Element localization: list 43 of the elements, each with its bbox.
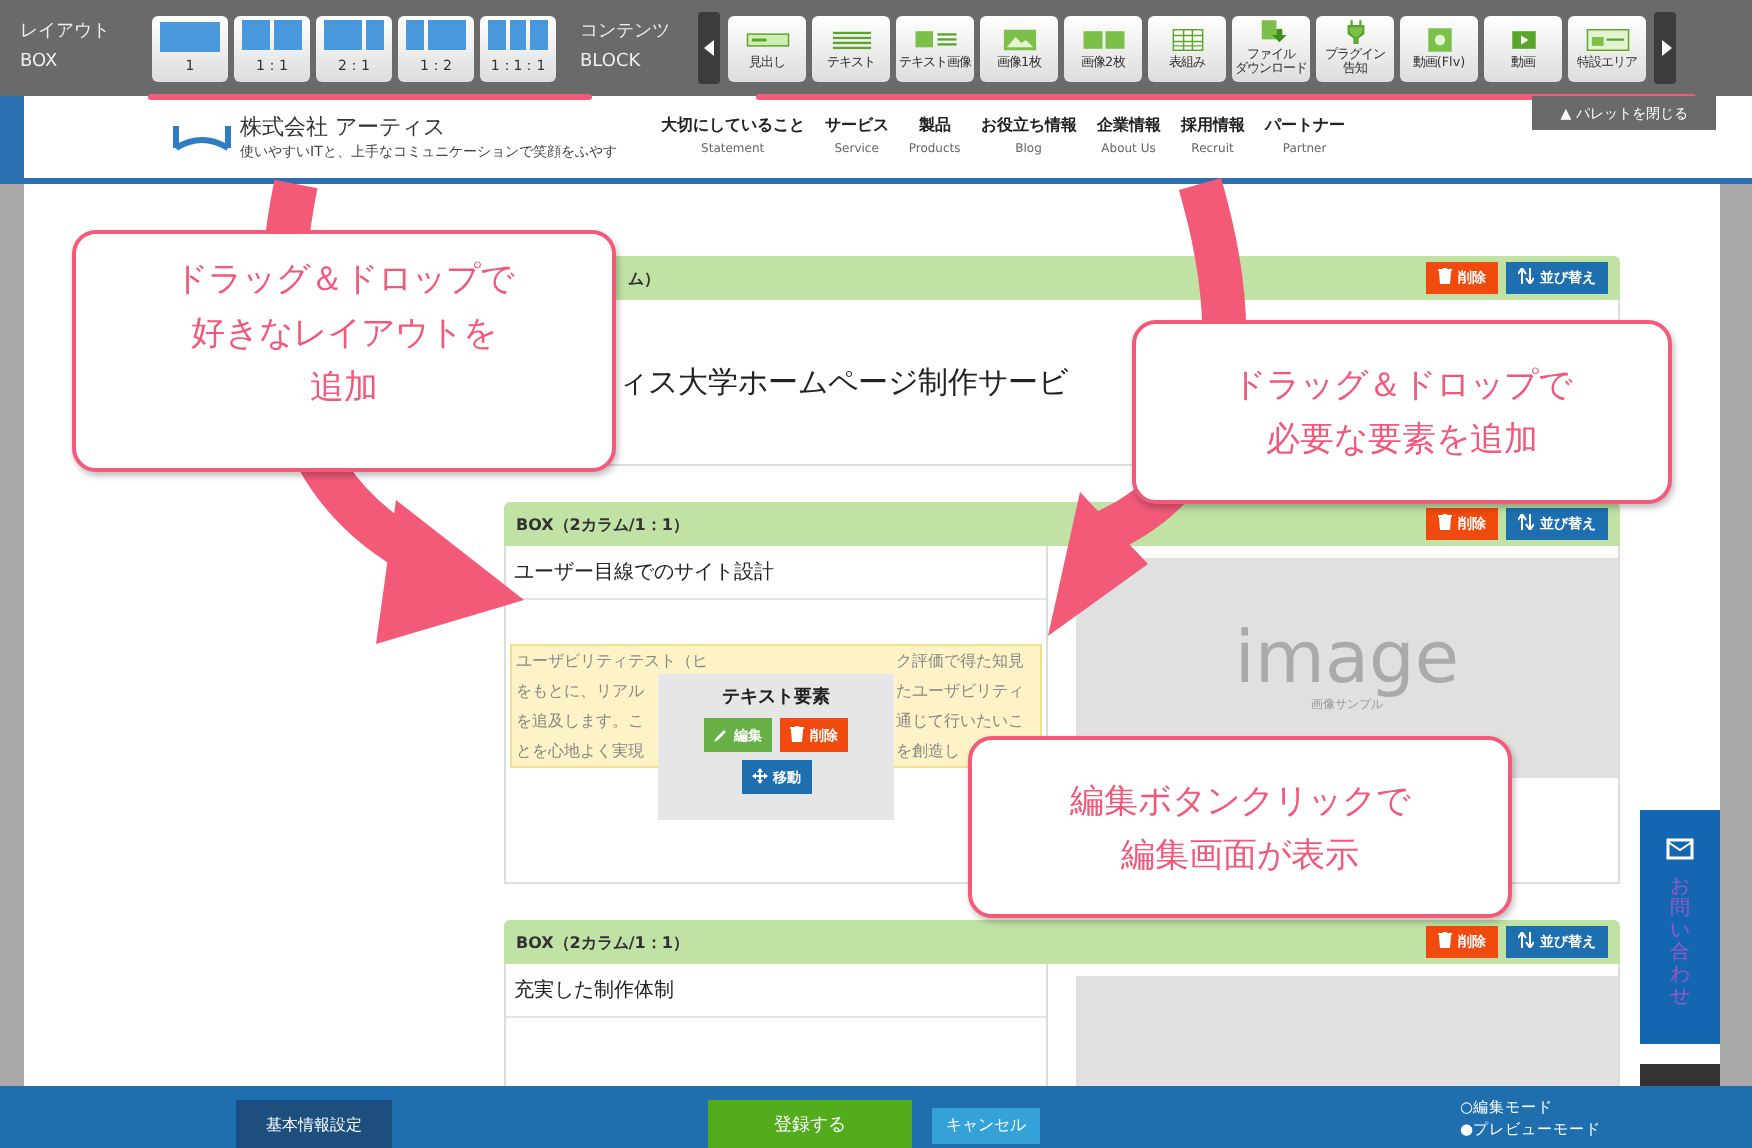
box-title: ム）	[626, 267, 662, 289]
paragraph-text: ユーザビリティテスト（ヒ	[516, 650, 708, 674]
paragraph-text: たユーザビリティ	[896, 680, 1024, 704]
trash-icon	[1438, 268, 1452, 284]
trash-icon	[1438, 514, 1452, 530]
popup-title: テキスト要素	[722, 684, 830, 710]
two-images-icon	[1081, 27, 1125, 51]
scrollbar[interactable]	[1720, 184, 1752, 1086]
scroll-right-button[interactable]	[1654, 12, 1676, 84]
logo-icon	[172, 123, 232, 151]
sort-arrows-icon	[1518, 932, 1534, 948]
paragraph-text: 通じて行いたいこ	[896, 710, 1024, 734]
trash-icon	[790, 725, 804, 741]
callout-text: 編集ボタンクリックで 編集画面が表示	[968, 736, 1512, 918]
pencil-icon	[714, 727, 728, 741]
banner-icon	[1585, 27, 1629, 51]
section-heading: ィス大学ホームページ制作サービ	[618, 363, 1068, 401]
settings-button[interactable]: 基本情報設定	[236, 1100, 392, 1148]
caret-icon	[1659, 40, 1671, 56]
group-label: コンテンツ BLOCK	[580, 20, 672, 76]
paragraph-text: をもとに、リアル	[516, 680, 644, 704]
column-heading: 充実した制作体制	[506, 964, 1046, 1018]
paragraph-text: を創造し	[896, 740, 960, 764]
sort-arrows-icon	[1518, 268, 1534, 284]
move-arrows-icon	[751, 767, 767, 783]
box-title: BOX（2カラム/1：1）	[516, 513, 691, 535]
mail-icon	[1666, 838, 1694, 860]
trash-icon	[1438, 932, 1452, 948]
box-title: BOX（2カラム/1：1）	[516, 931, 691, 953]
text-lines-icon	[829, 27, 873, 51]
paragraph-text: とを心地よく実現	[516, 740, 644, 764]
group-label: レイアウト BOX	[20, 20, 112, 76]
callout-text: ドラッグ＆ドロップで 好きなレイアウトを 追加	[72, 230, 616, 472]
caret-icon	[703, 40, 715, 56]
sort-arrows-icon	[1518, 514, 1534, 530]
paragraph-text: を追及します。こ	[516, 710, 644, 734]
contact-label: お問い合わせ	[1670, 876, 1690, 1008]
paragraph-text: ク評価で得た知見	[896, 650, 1024, 674]
scroll-left-button[interactable]	[698, 12, 720, 84]
company-name: 株式会社 アーティス	[240, 112, 447, 142]
heading-bar-icon	[745, 27, 789, 51]
text-image-icon	[913, 27, 957, 51]
callout-text: ドラッグ＆ドロップで 必要な要素を追加	[1132, 320, 1672, 504]
